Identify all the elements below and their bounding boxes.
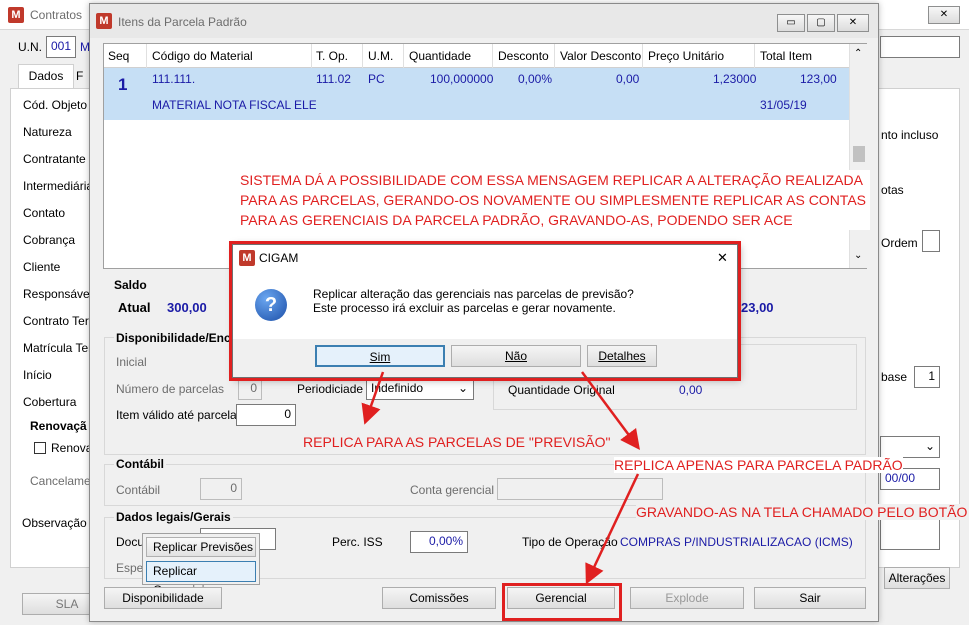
annotation-arrows — [361, 371, 640, 585]
arrow-nao-to-padrao — [580, 371, 640, 451]
arrow-padrao-to-gerencial — [585, 473, 640, 585]
arrow-sim-to-previsao — [361, 371, 385, 425]
